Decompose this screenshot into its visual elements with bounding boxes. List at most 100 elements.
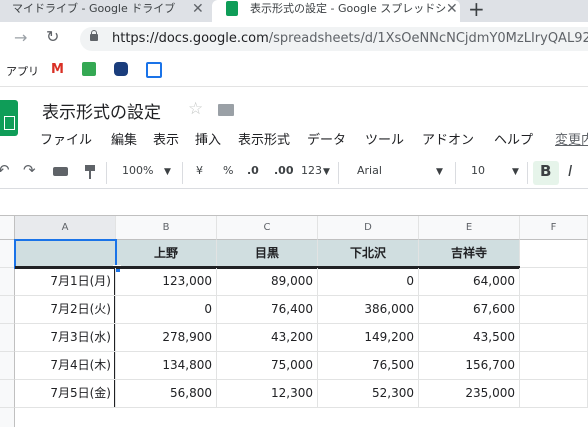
table-cell[interactable]: 75,000 xyxy=(217,352,318,380)
table-header-cell[interactable]: 目黒 xyxy=(217,240,318,268)
close-icon[interactable]: ✕ xyxy=(446,0,458,18)
table-cell[interactable] xyxy=(520,240,588,268)
table-cell[interactable]: 134,800 xyxy=(116,352,217,380)
menu-tools[interactable]: ツール xyxy=(365,129,404,148)
date-cell[interactable]: 7月4日(木) xyxy=(15,352,116,380)
star-icon[interactable]: ☆ xyxy=(188,99,203,119)
table-cell[interactable]: 12,300 xyxy=(217,380,318,408)
table-cell[interactable]: 43,200 xyxy=(217,324,318,352)
undo-icon[interactable]: ↶ xyxy=(0,161,10,179)
column-header-a[interactable]: A xyxy=(15,216,116,240)
table-cell[interactable]: 0 xyxy=(318,268,419,296)
table-cell[interactable] xyxy=(520,352,588,380)
percent-format-button[interactable]: % xyxy=(223,164,233,177)
row-header[interactable] xyxy=(0,296,15,324)
menu-data[interactable]: データ xyxy=(307,129,346,148)
tab-label: 表示形式の設定 - Google スプレッドシ xyxy=(250,2,447,15)
table-cell[interactable]: 235,000 xyxy=(419,380,520,408)
table-cell[interactable]: 156,700 xyxy=(419,352,520,380)
maps-icon[interactable] xyxy=(82,62,96,76)
bold-button[interactable]: B xyxy=(540,162,551,180)
lock-shackle-icon xyxy=(91,30,97,35)
chevron-down-icon: ▼ xyxy=(323,167,330,177)
reload-icon[interactable]: ↻ xyxy=(46,27,59,46)
increase-decimal-button[interactable]: .00 xyxy=(274,164,294,177)
browser-tab-sheets[interactable]: 表示形式の設定 - Google スプレッドシ ✕ xyxy=(212,0,460,22)
menu-addons[interactable]: アドオン xyxy=(422,129,474,148)
font-size-select[interactable]: 10 xyxy=(471,164,485,177)
table-cell[interactable] xyxy=(520,324,588,352)
last-edit-link[interactable]: 変更内 xyxy=(555,129,588,148)
decrease-decimal-button[interactable]: .0 xyxy=(247,164,259,177)
table-cell[interactable]: 0 xyxy=(116,296,217,324)
toolbar-divider xyxy=(455,162,456,184)
gmail-icon[interactable]: M xyxy=(51,62,64,77)
url-text[interactable]: https://docs.google.com/spreadsheets/d/1… xyxy=(112,29,588,49)
lock-icon xyxy=(90,34,98,41)
menu-help[interactable]: ヘルプ xyxy=(494,129,533,148)
bookmark-robot-icon[interactable] xyxy=(114,62,128,76)
column-header-e[interactable]: E xyxy=(419,216,520,240)
sheets-logo-icon[interactable] xyxy=(0,100,18,136)
row-header[interactable] xyxy=(0,380,15,408)
new-tab-button[interactable]: + xyxy=(468,0,485,21)
zoom-select[interactable]: 100% xyxy=(122,164,153,177)
menu-insert[interactable]: 挿入 xyxy=(195,129,221,148)
table-cell[interactable] xyxy=(520,296,588,324)
menu-view[interactable]: 表示 xyxy=(153,129,179,148)
bookmark-apps[interactable]: アプリ xyxy=(6,63,39,79)
table-cell[interactable]: 64,000 xyxy=(419,268,520,296)
tab-label: マイドライブ - Google ドライブ xyxy=(12,2,176,15)
table-cell[interactable]: 76,500 xyxy=(318,352,419,380)
redo-icon[interactable]: ↷ xyxy=(23,161,36,179)
font-select[interactable]: Arial xyxy=(357,164,382,177)
folder-icon[interactable] xyxy=(218,104,234,116)
row-header[interactable] xyxy=(0,408,15,427)
date-cell[interactable]: 7月5日(金) xyxy=(15,380,116,408)
table-cell[interactable]: 89,000 xyxy=(217,268,318,296)
empty-row xyxy=(15,408,588,427)
select-all-corner[interactable] xyxy=(0,216,15,240)
table-cell[interactable]: 52,300 xyxy=(318,380,419,408)
table-cell[interactable]: 76,400 xyxy=(217,296,318,324)
menu-edit[interactable]: 編集 xyxy=(111,129,137,148)
paint-format-handle xyxy=(89,171,91,179)
column-header-c[interactable]: C xyxy=(217,216,318,240)
column-header-f[interactable]: F xyxy=(520,216,588,240)
row-header[interactable] xyxy=(0,324,15,352)
table-header-cell[interactable]: 下北沢 xyxy=(318,240,419,268)
table-cell[interactable]: 149,200 xyxy=(318,324,419,352)
table-cell[interactable]: 386,000 xyxy=(318,296,419,324)
toolbar-divider xyxy=(527,162,528,184)
table-cell[interactable]: 278,900 xyxy=(116,324,217,352)
table-header-cell[interactable]: 吉祥寺 xyxy=(419,240,520,268)
table-header-cell[interactable]: 上野 xyxy=(116,240,217,268)
table-cell[interactable] xyxy=(520,268,588,296)
print-icon[interactable] xyxy=(53,167,68,176)
column-header-b[interactable]: B xyxy=(116,216,217,240)
italic-button[interactable]: I xyxy=(568,162,572,180)
menu-file[interactable]: ファイル xyxy=(40,129,92,148)
row-header[interactable] xyxy=(0,352,15,380)
row-header[interactable] xyxy=(0,268,15,296)
close-icon[interactable]: ✕ xyxy=(192,0,204,18)
date-cell[interactable]: 7月1日(月) xyxy=(15,268,116,296)
more-formats-button[interactable]: 123 xyxy=(301,164,322,177)
currency-format-button[interactable]: ¥ xyxy=(196,164,203,177)
bookmark-cube-icon[interactable] xyxy=(146,62,162,78)
toolbar-divider xyxy=(106,162,107,184)
document-title[interactable]: 表示形式の設定 xyxy=(42,98,161,123)
formula-bar[interactable] xyxy=(0,189,588,216)
column-header-d[interactable]: D xyxy=(318,216,419,240)
forward-icon[interactable]: → xyxy=(14,28,27,47)
table-cell[interactable] xyxy=(520,380,588,408)
table-cell[interactable]: 56,800 xyxy=(116,380,217,408)
table-cell[interactable]: 43,500 xyxy=(419,324,520,352)
row-header[interactable] xyxy=(0,240,15,268)
menu-format[interactable]: 表示形式 xyxy=(238,129,290,148)
table-cell[interactable]: 67,600 xyxy=(419,296,520,324)
table-cell[interactable]: 123,000 xyxy=(116,268,217,296)
date-cell[interactable]: 7月3日(水) xyxy=(15,324,116,352)
date-cell[interactable]: 7月2日(火) xyxy=(15,296,116,324)
browser-tab-drive[interactable]: マイドライブ - Google ドライブ ✕ xyxy=(0,0,205,22)
